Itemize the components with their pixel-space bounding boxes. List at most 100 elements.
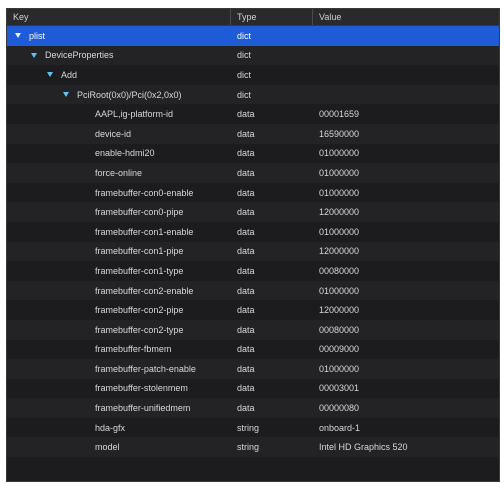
type-cell[interactable]: data	[231, 340, 313, 360]
type-cell[interactable]: dict	[231, 65, 313, 85]
table-row[interactable]: Add dict	[7, 65, 499, 85]
type-cell[interactable]: data	[231, 281, 313, 301]
type-cell[interactable]: data	[231, 144, 313, 164]
key-cell: framebuffer-con1-enable	[7, 222, 231, 242]
disclosure-triangle-down-icon[interactable]	[63, 92, 69, 98]
row-key: Add	[61, 69, 78, 80]
type-cell[interactable]: data	[231, 242, 313, 262]
row-key: framebuffer-patch-enable	[95, 363, 196, 374]
key-cell: framebuffer-con1-pipe	[7, 242, 231, 262]
type-cell[interactable]: data	[231, 320, 313, 340]
table-row[interactable]: framebuffer-patch-enable data 01000000	[7, 359, 499, 379]
value-cell[interactable]: 01000000	[313, 163, 499, 183]
type-cell[interactable]: data	[231, 183, 313, 203]
disclosure-triangle-down-icon[interactable]	[47, 72, 53, 78]
row-key: DeviceProperties	[45, 50, 114, 61]
disclosure-triangle-down-icon[interactable]	[31, 52, 37, 58]
value-cell[interactable]: 01000000	[313, 222, 499, 242]
table-row[interactable]: framebuffer-con2-pipe data 12000000	[7, 300, 499, 320]
type-cell[interactable]: data	[231, 104, 313, 124]
value-cell[interactable]: 01000000	[313, 359, 499, 379]
table-row[interactable]: framebuffer-con0-enable data 01000000	[7, 182, 499, 203]
table-row[interactable]: framebuffer-fbmem data 00009000	[7, 339, 499, 360]
table-row[interactable]: framebuffer-con1-enable data 01000000	[7, 221, 499, 242]
table-row[interactable]: enable-hdmi20 data 01000000	[7, 143, 499, 164]
table-row[interactable]: PciRoot(0x0)/Pci(0x2,0x0) dict	[7, 84, 499, 105]
value-cell[interactable]: 16590000	[313, 124, 499, 144]
row-key: framebuffer-unifiedmem	[95, 403, 191, 414]
plist-editor-window: Key Type Value plist dict DeviceProperti…	[6, 8, 500, 482]
value-cell[interactable]: Intel HD Graphics 520	[313, 437, 499, 457]
type-cell[interactable]: data	[231, 163, 313, 183]
row-key: framebuffer-con1-pipe	[95, 246, 184, 257]
value-cell[interactable]: 00009000	[313, 340, 499, 360]
key-column-header[interactable]: Key	[7, 9, 231, 25]
key-cell: framebuffer-stolenmem	[7, 379, 231, 399]
type-cell[interactable]: dict	[231, 46, 313, 66]
value-cell[interactable]	[313, 46, 499, 66]
table-row[interactable]: device-id data 16590000	[7, 123, 499, 144]
key-cell: framebuffer-con2-pipe	[7, 300, 231, 320]
row-key: framebuffer-con1-enable	[95, 226, 194, 237]
type-cell[interactable]: data	[231, 359, 313, 379]
key-cell: hda-gfx	[7, 418, 231, 438]
type-cell[interactable]: data	[231, 222, 313, 242]
table-row[interactable]: AAPL,ig-platform-id data 00001659	[7, 104, 499, 124]
table-row[interactable]: DeviceProperties dict	[7, 45, 499, 66]
table-row[interactable]: framebuffer-con2-type data 00080000	[7, 319, 499, 340]
row-key: PciRoot(0x0)/Pci(0x2,0x0)	[77, 89, 182, 100]
plist-tree: plist dict DeviceProperties dict Add dic…	[7, 26, 499, 458]
column-header: Key Type Value	[7, 9, 499, 26]
table-row[interactable]: framebuffer-con2-enable data 01000000	[7, 280, 499, 301]
value-cell[interactable]: 12000000	[313, 300, 499, 320]
value-cell[interactable]: 00001659	[313, 104, 499, 124]
type-cell[interactable]: data	[231, 124, 313, 144]
table-row[interactable]: plist dict	[7, 26, 499, 46]
value-cell[interactable]	[313, 26, 499, 46]
key-cell: enable-hdmi20	[7, 144, 231, 164]
row-key: framebuffer-con2-type	[95, 324, 184, 335]
row-key: framebuffer-stolenmem	[95, 383, 188, 394]
value-cell[interactable]: 01000000	[313, 281, 499, 301]
type-cell[interactable]: string	[231, 437, 313, 457]
value-column-header[interactable]: Value	[313, 9, 499, 25]
type-cell[interactable]: dict	[231, 85, 313, 105]
row-key: framebuffer-con0-enable	[95, 187, 194, 198]
value-cell[interactable]: 00003001	[313, 379, 499, 399]
value-cell[interactable]: 12000000	[313, 202, 499, 222]
row-key: framebuffer-fbmem	[95, 344, 172, 355]
key-cell: device-id	[7, 124, 231, 144]
value-cell[interactable]: 00080000	[313, 261, 499, 281]
value-cell[interactable]: 01000000	[313, 144, 499, 164]
value-cell[interactable]	[313, 65, 499, 85]
type-cell[interactable]: data	[231, 379, 313, 399]
type-cell[interactable]: data	[231, 202, 313, 222]
table-row[interactable]: model string Intel HD Graphics 520	[7, 437, 499, 458]
type-cell[interactable]: data	[231, 300, 313, 320]
table-row[interactable]: framebuffer-con1-pipe data 12000000	[7, 241, 499, 262]
key-cell: framebuffer-unifiedmem	[7, 398, 231, 418]
type-column-header[interactable]: Type	[231, 9, 313, 25]
value-cell[interactable]: 00000080	[313, 398, 499, 418]
value-cell[interactable]: 01000000	[313, 183, 499, 203]
key-cell: framebuffer-patch-enable	[7, 359, 231, 379]
key-cell: framebuffer-con1-type	[7, 261, 231, 281]
type-cell[interactable]: string	[231, 418, 313, 438]
row-key: framebuffer-con2-pipe	[95, 305, 184, 316]
disclosure-triangle-down-icon[interactable]	[15, 33, 21, 39]
value-cell[interactable]: 12000000	[313, 242, 499, 262]
table-row[interactable]: hda-gfx string onboard-1	[7, 417, 499, 438]
value-cell[interactable]: onboard-1	[313, 418, 499, 438]
table-row[interactable]: force-online data 01000000	[7, 163, 499, 183]
key-cell: framebuffer-con0-enable	[7, 183, 231, 203]
type-cell[interactable]: data	[231, 261, 313, 281]
table-row[interactable]: framebuffer-unifiedmem data 00000080	[7, 398, 499, 418]
table-row[interactable]: framebuffer-con0-pipe data 12000000	[7, 202, 499, 222]
value-cell[interactable]	[313, 85, 499, 105]
type-cell[interactable]: data	[231, 398, 313, 418]
value-cell[interactable]: 00080000	[313, 320, 499, 340]
table-row[interactable]: framebuffer-stolenmem data 00003001	[7, 378, 499, 399]
type-cell[interactable]: dict	[231, 26, 313, 46]
row-key: device-id	[95, 128, 132, 139]
table-row[interactable]: framebuffer-con1-type data 00080000	[7, 261, 499, 281]
